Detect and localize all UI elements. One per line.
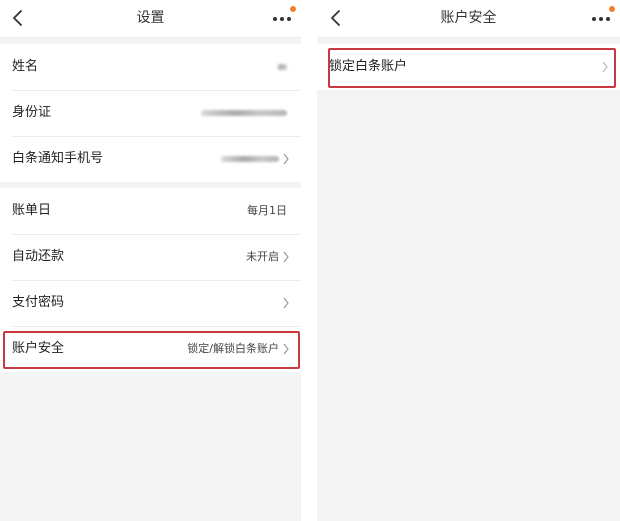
row-name[interactable]: 姓名 bbox=[0, 44, 301, 90]
page-title: 设置 bbox=[136, 10, 165, 26]
row-label: 白条通知手机号 bbox=[12, 151, 104, 166]
row-payment-password[interactable]: 支付密码 bbox=[0, 280, 301, 326]
chevron-right-icon bbox=[283, 297, 289, 309]
row-label: 账户安全 bbox=[12, 341, 65, 356]
navbar: 设置 bbox=[0, 0, 301, 38]
row-value: 每月1日 bbox=[247, 204, 287, 217]
redacted-id-number bbox=[201, 110, 287, 116]
billing-settings-group: 账单日 每月1日 自动还款 未开启 支付密码 账户安全 锁定/解锁白条账户 bbox=[0, 188, 301, 372]
row-label: 锁定白条账户 bbox=[329, 59, 408, 74]
row-label: 账单日 bbox=[12, 203, 52, 218]
chevron-right-icon bbox=[602, 61, 608, 73]
redacted-name bbox=[277, 64, 287, 70]
chevron-right-icon bbox=[283, 153, 289, 165]
notification-dot bbox=[609, 6, 615, 12]
row-label: 支付密码 bbox=[12, 295, 65, 310]
account-security-group: 锁定白条账户 bbox=[317, 44, 620, 90]
row-id-card[interactable]: 身份证 bbox=[0, 90, 301, 136]
row-value: 锁定/解锁白条账户 bbox=[187, 342, 279, 355]
settings-screen: 设置 姓名 身份证 白条通知手机号 账单日 每月1日 自动还款 未开启 支付密码… bbox=[0, 0, 301, 521]
row-label: 身份证 bbox=[12, 105, 52, 120]
account-security-screen: 账户安全 锁定白条账户 bbox=[317, 0, 620, 521]
notification-dot bbox=[290, 6, 296, 12]
page-title: 账户安全 bbox=[440, 10, 497, 26]
redacted-phone bbox=[221, 156, 279, 162]
navbar: 账户安全 bbox=[317, 0, 620, 38]
row-account-security[interactable]: 账户安全 锁定/解锁白条账户 bbox=[0, 326, 301, 372]
chevron-right-icon bbox=[283, 251, 289, 263]
row-notify-phone[interactable]: 白条通知手机号 bbox=[0, 136, 301, 182]
row-billing-day[interactable]: 账单日 每月1日 bbox=[0, 188, 301, 234]
chevron-right-icon bbox=[283, 343, 289, 355]
row-auto-repay[interactable]: 自动还款 未开启 bbox=[0, 234, 301, 280]
row-label: 姓名 bbox=[12, 59, 39, 74]
row-value: 未开启 bbox=[246, 250, 279, 263]
personal-info-group: 姓名 身份证 白条通知手机号 bbox=[0, 44, 301, 182]
row-lock-account[interactable]: 锁定白条账户 bbox=[317, 44, 620, 90]
row-label: 自动还款 bbox=[12, 249, 65, 264]
